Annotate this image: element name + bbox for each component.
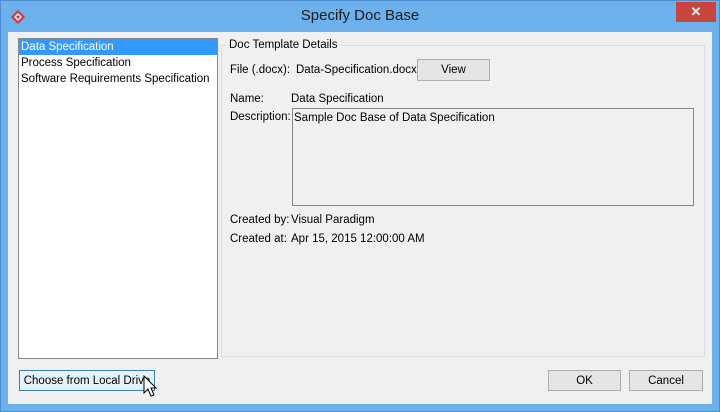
description-label: Description: xyxy=(230,111,291,123)
choose-from-local-drive-button[interactable]: Choose from Local Drive xyxy=(19,370,155,391)
file-value: Data-Specification.docx xyxy=(296,64,417,76)
list-item-data-specification[interactable]: Data Specification xyxy=(19,39,217,55)
doc-template-details-legend: Doc Template Details xyxy=(226,38,341,52)
name-value: Data Specification xyxy=(291,93,384,105)
ok-button[interactable]: OK xyxy=(548,370,621,391)
created-by-label: Created by: xyxy=(230,214,290,226)
file-label: File (.docx): xyxy=(230,64,291,76)
list-item-software-requirements-specification[interactable]: Software Requirements Specification xyxy=(19,71,217,87)
doc-base-list[interactable]: Data Specification Process Specification… xyxy=(18,38,218,359)
close-icon: ✕ xyxy=(690,4,702,19)
list-item-process-specification[interactable]: Process Specification xyxy=(19,55,217,71)
dialog-body: Data Specification Process Specification… xyxy=(8,32,712,404)
description-field[interactable]: Sample Doc Base of Data Specification xyxy=(292,108,694,206)
cancel-button[interactable]: Cancel xyxy=(629,370,703,391)
title-bar[interactable]: Specify Doc Base ✕ xyxy=(1,1,719,32)
window-title: Specify Doc Base xyxy=(300,7,420,24)
created-at-value: Apr 15, 2015 12:00:00 AM xyxy=(291,233,425,245)
name-label: Name: xyxy=(230,93,264,105)
dialog-window: Specify Doc Base ✕ Data Specification Pr… xyxy=(0,0,720,412)
close-button[interactable]: ✕ xyxy=(676,2,716,22)
view-button[interactable]: View xyxy=(417,59,490,81)
mouse-pointer-icon xyxy=(143,375,157,397)
created-at-label: Created at: xyxy=(230,233,287,245)
created-by-value: Visual Paradigm xyxy=(291,214,375,226)
